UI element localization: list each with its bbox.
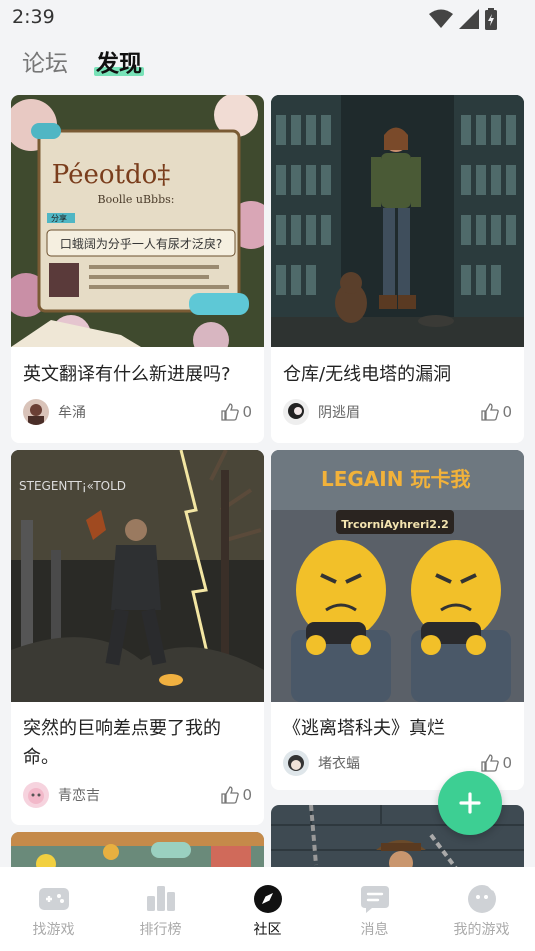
ranking-icon: [146, 886, 175, 911]
post-card[interactable]: [11, 832, 264, 867]
svg-text:口蛾阔为分乎一人有尿才泛戾?: 口蛾阔为分乎一人有尿才泛戾?: [60, 236, 222, 251]
like-count: 0: [242, 403, 252, 421]
status-time: 2:39: [12, 6, 55, 28]
nav-messages[interactable]: 消息: [321, 867, 428, 951]
plus-icon: [459, 792, 481, 814]
like-button[interactable]: 0: [221, 786, 252, 804]
like-count: 0: [242, 786, 252, 804]
thumbs-up-icon: [481, 754, 500, 772]
gamepad-icon: [38, 888, 69, 910]
like-count: 0: [502, 754, 512, 772]
status-bar: 2:39: [0, 0, 535, 36]
author-name[interactable]: 牟涌: [58, 402, 221, 422]
wifi-icon: [429, 9, 453, 28]
post-title[interactable]: 突然的巨响差点要了我的命。: [23, 714, 254, 772]
bottom-nav: 找游戏 排行榜 社区 消息 我的游戏: [0, 867, 535, 951]
post-thumbnail: [11, 832, 264, 867]
nav-label: 找游戏: [32, 922, 75, 938]
post-card[interactable]: LEGAIN 玩卡我 TrcorniAyhreri2.2 《逃离塔科夫》真烂 堵…: [271, 450, 524, 790]
status-icons: [429, 8, 497, 30]
nav-ranking[interactable]: 排行榜: [107, 867, 214, 951]
nav-my-games[interactable]: 我的游戏: [428, 867, 535, 951]
post-card[interactable]: 仓库/无线电塔的漏洞 阴逃眉 0: [271, 95, 524, 443]
nav-community[interactable]: 社区: [214, 867, 321, 951]
post-meta: 牟涌 0: [23, 397, 252, 427]
thumbs-up-icon: [221, 786, 240, 804]
like-button[interactable]: 0: [221, 403, 252, 421]
avatar[interactable]: [283, 399, 309, 425]
post-card[interactable]: STEGENTT¡«TOLD 突然的巨响差点要了我的命。 青恋吉 0: [11, 450, 264, 825]
post-feed[interactable]: Péeotdo‡ Boolle uBbbs: 分享 口蛾阔为分乎一人有尿才泛戾?…: [0, 95, 535, 867]
nav-find-games[interactable]: 找游戏: [0, 867, 107, 951]
compass-icon: [253, 885, 282, 913]
post-meta: 青恋吉 0: [23, 780, 252, 810]
nav-label: 我的游戏: [453, 922, 510, 938]
profile-icon: [467, 885, 496, 913]
post-thumbnail: [271, 95, 524, 347]
svg-text:TrcorniAyhreri2.2: TrcorniAyhreri2.2: [341, 518, 449, 531]
thumbs-up-icon: [481, 403, 500, 421]
tab-discover-label: 发现: [96, 51, 142, 77]
create-post-button[interactable]: [438, 771, 502, 835]
thumbs-up-icon: [221, 403, 240, 421]
tab-forum[interactable]: 论坛: [22, 44, 68, 78]
post-card[interactable]: Péeotdo‡ Boolle uBbbs: 分享 口蛾阔为分乎一人有尿才泛戾?…: [11, 95, 264, 443]
avatar[interactable]: [23, 399, 49, 425]
like-button[interactable]: 0: [481, 754, 512, 772]
post-thumbnail: Péeotdo‡ Boolle uBbbs: 分享 口蛾阔为分乎一人有尿才泛戾?: [11, 95, 264, 347]
like-button[interactable]: 0: [481, 403, 512, 421]
post-image[interactable]: STEGENTT¡«TOLD: [11, 450, 264, 702]
avatar[interactable]: [283, 750, 309, 776]
message-icon: [360, 886, 389, 913]
post-image[interactable]: LEGAIN 玩卡我 TrcorniAyhreri2.2: [271, 450, 524, 702]
author-name[interactable]: 堵衣蝠: [318, 753, 481, 773]
post-thumbnail: LEGAIN 玩卡我 TrcorniAyhreri2.2: [271, 450, 524, 702]
svg-text:STEGENTT¡«TOLD: STEGENTT¡«TOLD: [19, 479, 126, 493]
author-name[interactable]: 青恋吉: [58, 785, 221, 805]
signal-icon: [459, 9, 479, 29]
post-thumbnail: STEGENTT¡«TOLD: [11, 450, 264, 702]
nav-label: 社区: [253, 922, 282, 938]
like-count: 0: [502, 403, 512, 421]
post-meta: 阴逃眉 0: [283, 397, 512, 427]
svg-text:LEGAIN 玩卡我: LEGAIN 玩卡我: [321, 467, 470, 491]
svg-text:Péeotdo‡: Péeotdo‡: [52, 160, 171, 190]
post-title[interactable]: 英文翻译有什么新进展吗?: [23, 360, 254, 389]
tab-discover[interactable]: 发现: [94, 44, 144, 78]
svg-text:Boolle uBbbs:: Boolle uBbbs:: [98, 193, 175, 206]
avatar[interactable]: [23, 782, 49, 808]
post-title[interactable]: 仓库/无线电塔的漏洞: [283, 360, 514, 389]
nav-label: 排行榜: [139, 922, 182, 938]
post-image[interactable]: Péeotdo‡ Boolle uBbbs: 分享 口蛾阔为分乎一人有尿才泛戾?: [11, 95, 264, 347]
post-title[interactable]: 《逃离塔科夫》真烂: [283, 714, 514, 743]
nav-label: 消息: [360, 922, 389, 938]
top-tabs: 论坛 发现: [0, 36, 535, 86]
battery-icon: [485, 8, 497, 30]
svg-text:分享: 分享: [51, 213, 67, 223]
post-image[interactable]: [271, 95, 524, 347]
author-name[interactable]: 阴逃眉: [318, 402, 481, 422]
